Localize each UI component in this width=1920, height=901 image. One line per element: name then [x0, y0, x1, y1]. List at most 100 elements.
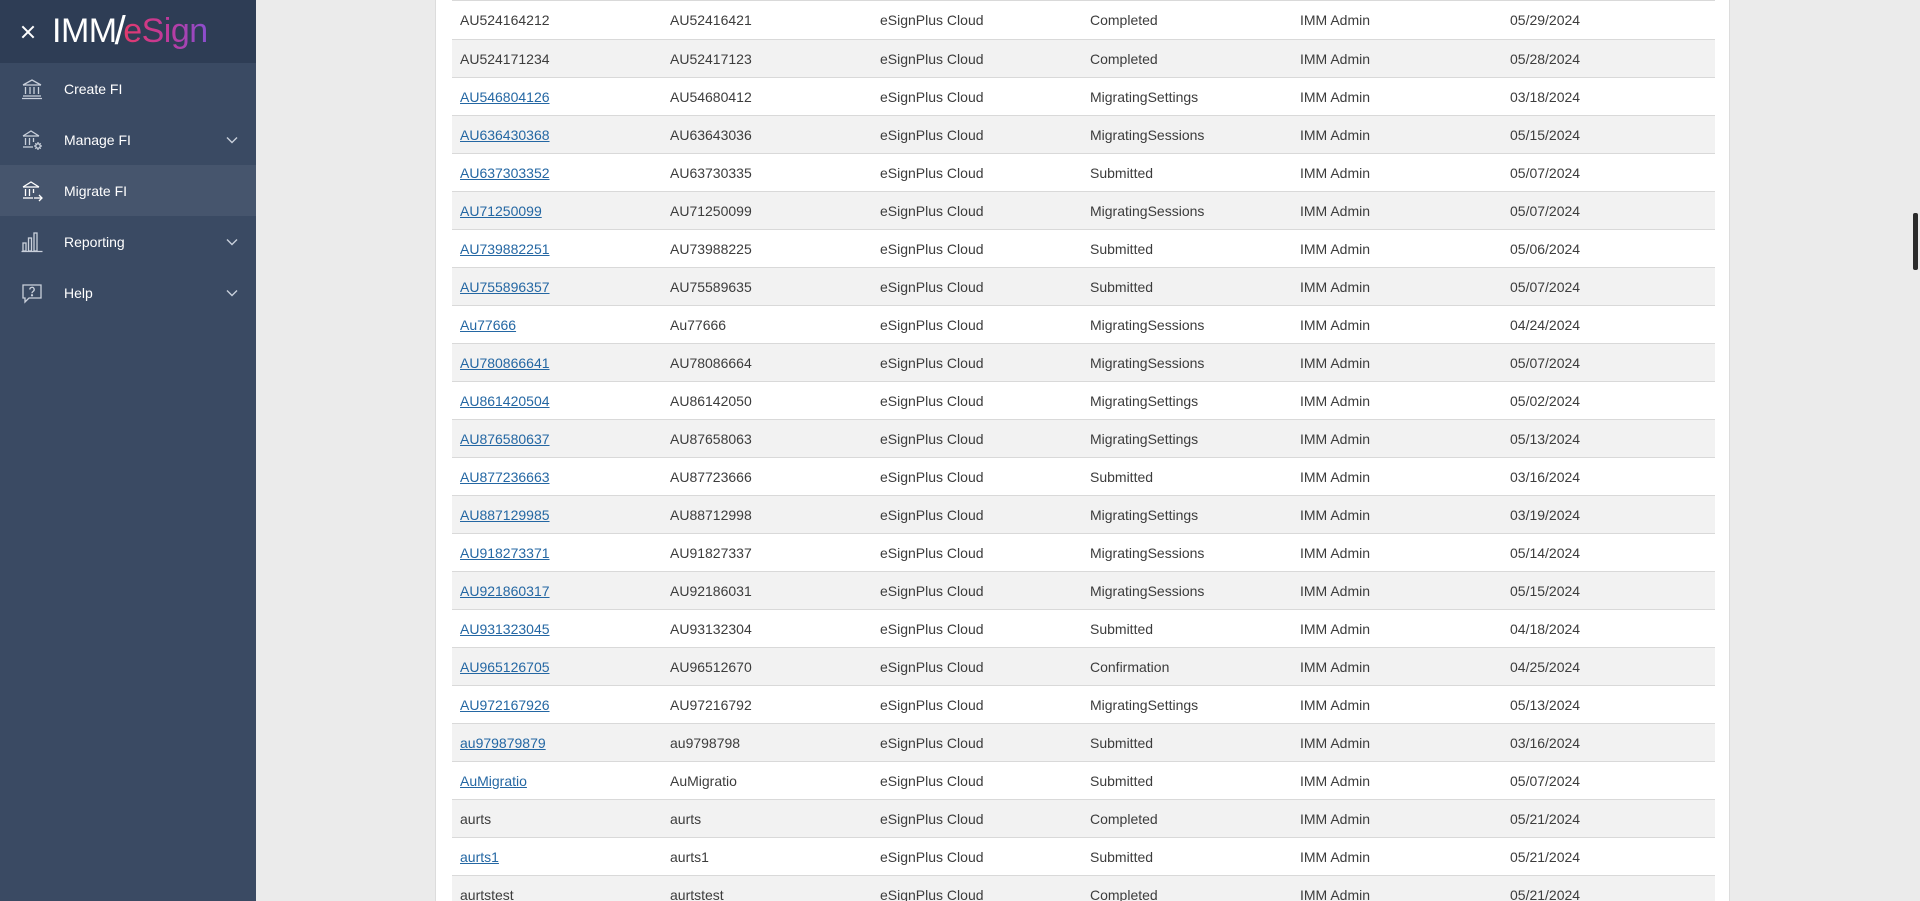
fi-id-link[interactable]: aurts1 [460, 849, 499, 865]
fi-code-cell: AU92186031 [662, 571, 872, 610]
date-cell: 05/07/2024 [1502, 761, 1715, 800]
status-text: Completed [1090, 810, 1158, 827]
sidebar-header: IMM / eSign [0, 0, 256, 63]
fi-id-cell: aurtstest [452, 875, 662, 901]
table-row: AU921860317 AU92186031 eSignPlus Cloud Migr… [452, 571, 1715, 610]
fi-code-text: AU52416421 [670, 12, 752, 28]
status-cell: Submitted [1082, 229, 1292, 268]
user-text: IMM Admin [1300, 772, 1371, 789]
fi-code-cell: AU97216792 [662, 685, 872, 724]
fi-id-link[interactable]: AU876580637 [460, 431, 550, 447]
status-text: Submitted [1090, 468, 1154, 485]
fi-id-link[interactable]: Au77666 [460, 317, 516, 333]
fi-id-link[interactable]: AU972167926 [460, 697, 550, 713]
sidebar-item-manage-fi[interactable]: Manage FI [0, 114, 256, 165]
fi-code-cell: AU88712998 [662, 495, 872, 534]
user-cell: IMM Admin [1292, 761, 1502, 800]
fi-id-cell: AU931323045 [452, 609, 662, 648]
date-text: 05/29/2024 [1510, 12, 1581, 28]
vertical-scrollbar[interactable] [1912, 0, 1920, 901]
platform-cell: eSignPlus Cloud [872, 685, 1082, 724]
fi-id-cell: AU780866641 [452, 343, 662, 382]
platform-text: eSignPlus Cloud [880, 696, 984, 713]
platform-text: eSignPlus Cloud [880, 468, 984, 485]
sidebar-item-help[interactable]: Help [0, 267, 256, 318]
status-text: Confirmation [1090, 658, 1170, 675]
chevron-down-icon[interactable] [226, 238, 238, 246]
status-text: MigratingSettings [1090, 88, 1199, 105]
scrollbar-thumb[interactable] [1913, 213, 1918, 270]
platform-cell: eSignPlus Cloud [872, 39, 1082, 78]
platform-text: eSignPlus Cloud [880, 354, 984, 371]
status-cell: MigratingSessions [1082, 343, 1292, 382]
platform-text: eSignPlus Cloud [880, 886, 984, 901]
date-cell: 05/15/2024 [1502, 115, 1715, 154]
fi-id-link[interactable]: AU931323045 [460, 621, 550, 637]
fi-id-cell: AU636430368 [452, 115, 662, 154]
status-cell: MigratingSessions [1082, 115, 1292, 154]
fi-id-cell: AU524171234 [452, 39, 662, 78]
table-row: AU861420504 AU86142050 eSignPlus Cloud Migr… [452, 381, 1715, 420]
sidebar-item-migrate-fi[interactable]: Migrate FI [0, 165, 256, 216]
fi-code-text: AU92186031 [670, 582, 752, 599]
fi-id-link[interactable]: AU877236663 [460, 469, 550, 485]
user-text: IMM Admin [1300, 392, 1371, 409]
bank-gear-icon [20, 128, 44, 152]
platform-cell: eSignPlus Cloud [872, 457, 1082, 496]
chevron-down-icon[interactable] [226, 289, 238, 297]
fi-id-link[interactable]: AU921860317 [460, 583, 550, 599]
fi-id-link[interactable]: AU636430368 [460, 127, 550, 143]
fi-id-link[interactable]: AU861420504 [460, 393, 550, 409]
table-row: AU918273371 AU91827337 eSignPlus Cloud Migr… [452, 533, 1715, 572]
date-cell: 05/21/2024 [1502, 837, 1715, 876]
date-cell: 05/13/2024 [1502, 685, 1715, 724]
date-text: 03/19/2024 [1510, 506, 1581, 523]
user-text: IMM Admin [1300, 126, 1371, 143]
fi-id-link[interactable]: AU637303352 [460, 165, 550, 181]
fi-id-link[interactable]: AU546804126 [460, 89, 550, 105]
table-row: AU876580637 AU87658063 eSignPlus Cloud Migr… [452, 419, 1715, 458]
fi-code-text: AU78086664 [670, 354, 752, 371]
chevron-down-icon[interactable] [226, 136, 238, 144]
sidebar-item-reporting[interactable]: Reporting [0, 216, 256, 267]
date-cell: 04/25/2024 [1502, 647, 1715, 686]
fi-code-text: AU87723666 [670, 468, 752, 485]
close-icon[interactable] [20, 24, 36, 40]
table-row: AU637303352 AU63730335 eSignPlus Cloud Subm… [452, 153, 1715, 192]
fi-code-cell: AU73988225 [662, 229, 872, 268]
status-cell: Confirmation [1082, 647, 1292, 686]
table-row: AU780866641 AU78086664 eSignPlus Cloud Migr… [452, 343, 1715, 382]
fi-code-cell: AU52416421 [662, 0, 872, 40]
fi-code-text: AU75589635 [670, 278, 752, 295]
platform-text: eSignPlus Cloud [880, 126, 984, 143]
date-cell: 05/07/2024 [1502, 191, 1715, 230]
fi-id-cell: AU887129985 [452, 495, 662, 534]
platform-cell: eSignPlus Cloud [872, 419, 1082, 458]
fi-id-link[interactable]: AuMigratio [460, 773, 527, 789]
fi-code-text: AU63730335 [670, 164, 752, 181]
date-cell: 05/21/2024 [1502, 875, 1715, 901]
fi-id-link[interactable]: AU780866641 [460, 355, 550, 371]
migration-list-card: AU524164212 AU52416421 eSignPlus Cloud Comp… [435, 0, 1730, 901]
platform-cell: eSignPlus Cloud [872, 115, 1082, 154]
fi-id-link[interactable]: AU887129985 [460, 507, 550, 523]
table-row: aurts1 aurts1 eSignPlus Cloud Submitted IMM … [452, 837, 1715, 876]
fi-id-text: aurtstest [460, 886, 514, 901]
date-text: 03/16/2024 [1510, 468, 1581, 485]
fi-code-cell: AU87723666 [662, 457, 872, 496]
fi-id-link[interactable]: AU965126705 [460, 659, 550, 675]
fi-id-link[interactable]: au979879879 [460, 735, 546, 751]
fi-id-link[interactable]: AU71250099 [460, 203, 542, 219]
date-text: 05/21/2024 [1510, 886, 1581, 901]
fi-code-cell: AU63730335 [662, 153, 872, 192]
fi-id-link[interactable]: AU918273371 [460, 545, 550, 561]
status-cell: MigratingSettings [1082, 77, 1292, 116]
user-cell: IMM Admin [1292, 153, 1502, 192]
fi-code-text: AU91827337 [670, 544, 752, 561]
status-cell: MigratingSettings [1082, 381, 1292, 420]
platform-text: eSignPlus Cloud [880, 392, 984, 409]
fi-id-link[interactable]: AU755896357 [460, 279, 550, 295]
fi-id-link[interactable]: AU739882251 [460, 241, 550, 257]
fi-code-cell: aurtstest [662, 875, 872, 901]
sidebar-item-create-fi[interactable]: Create FI [0, 63, 256, 114]
